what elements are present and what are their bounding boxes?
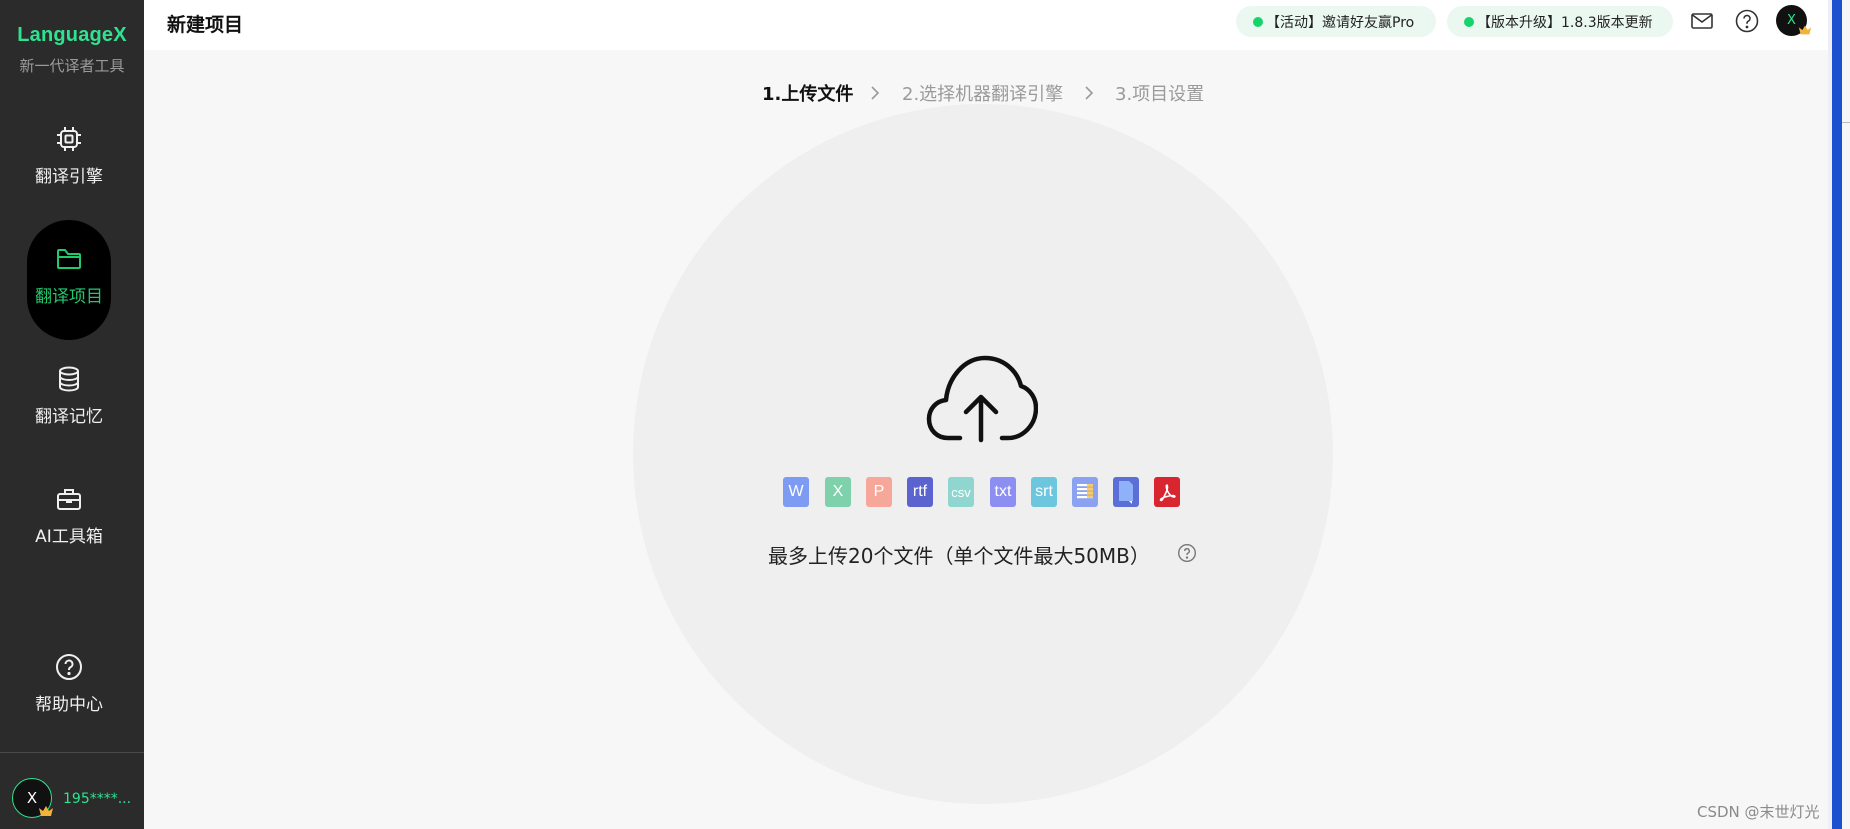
upgrade-pill[interactable]: 【版本升级】1.8.3版本更新 xyxy=(1447,6,1673,37)
sidebar-item-label: 翻译项目 xyxy=(35,287,103,307)
sidebar-item-label: AI工具箱 xyxy=(35,527,103,547)
user-profile[interactable]: X 195****... xyxy=(12,778,136,818)
sidebar-divider xyxy=(0,752,144,753)
chevron-right-icon xyxy=(871,86,880,100)
sidebar-item-label: 帮助中心 xyxy=(35,695,103,715)
upload-dropzone[interactable] xyxy=(633,104,1333,804)
sidebar-item-translation-engine[interactable]: 翻译引擎 xyxy=(27,100,111,220)
csv-file-icon: csv xyxy=(948,477,974,507)
step-upload-files: 1.上传文件 xyxy=(762,84,854,105)
mail-icon[interactable] xyxy=(1689,8,1715,34)
window-edge xyxy=(1832,0,1842,829)
srt-file-icon: srt xyxy=(1031,477,1057,507)
app-logo[interactable]: LanguageX xyxy=(0,24,144,47)
database-icon xyxy=(59,366,79,392)
step-project-settings: 3.项目设置 xyxy=(1115,84,1205,105)
table-file-icon xyxy=(1072,477,1098,507)
watermark: CSDN @末世灯光 xyxy=(1697,803,1820,821)
sidebar-item-translation-memory[interactable]: 翻译记忆 xyxy=(27,340,111,460)
word-file-icon: W xyxy=(783,477,809,507)
folder-icon xyxy=(57,249,81,269)
top-header: 新建项目 【活动】邀请好友赢Pro 【版本升级】1.8.3版本更新 X xyxy=(144,0,1828,50)
chevron-right-icon xyxy=(1085,86,1094,100)
user-name[interactable]: 195****... xyxy=(63,791,131,807)
upload-hint: 最多上传20个文件（单个文件最大50MB） xyxy=(768,544,1150,568)
divider xyxy=(1842,122,1850,123)
txt-file-icon: txt xyxy=(990,477,1016,507)
promo-pill-label: 【活动】邀请好友赢Pro xyxy=(1266,14,1415,31)
sidebar: LanguageX 新一代译者工具 翻译引擎 翻译项目 翻译记忆 AI工具箱 帮… xyxy=(0,0,144,829)
sidebar-item-label: 翻译引擎 xyxy=(35,167,103,187)
sidebar-item-label: 翻译记忆 xyxy=(35,407,103,427)
help-icon[interactable] xyxy=(1734,8,1760,34)
upgrade-pill-label: 【版本升级】1.8.3版本更新 xyxy=(1477,14,1653,31)
chip-icon xyxy=(57,127,81,151)
cloud-upload-icon[interactable] xyxy=(926,354,1038,444)
status-dot xyxy=(1253,16,1263,27)
status-dot xyxy=(1464,16,1474,27)
app-subtitle: 新一代译者工具 xyxy=(19,57,125,75)
excel-file-icon: X xyxy=(825,477,851,507)
powerpoint-file-icon: P xyxy=(866,477,892,507)
book-file-icon xyxy=(1113,477,1139,507)
step-select-engine: 2.选择机器翻译引擎 xyxy=(902,84,1064,105)
window-edge-panel xyxy=(1842,0,1850,829)
help-icon[interactable] xyxy=(1177,543,1197,563)
toolbox-icon xyxy=(57,489,81,510)
promo-pill[interactable]: 【活动】邀请好友赢Pro xyxy=(1236,6,1436,37)
vip-badge-icon xyxy=(1798,25,1812,35)
vip-badge-icon xyxy=(39,806,53,816)
sidebar-item-translation-project[interactable]: 翻译项目 xyxy=(27,220,111,340)
sidebar-item-help-center[interactable]: 帮助中心 xyxy=(27,628,111,748)
page-title: 新建项目 xyxy=(167,14,244,36)
rtf-file-icon: rtf xyxy=(907,477,933,507)
pdf-file-icon xyxy=(1154,477,1180,507)
brand: LanguageX 新一代译者工具 xyxy=(0,24,144,76)
help-circle-icon xyxy=(56,654,82,680)
sidebar-item-ai-toolbox[interactable]: AI工具箱 xyxy=(27,460,111,580)
